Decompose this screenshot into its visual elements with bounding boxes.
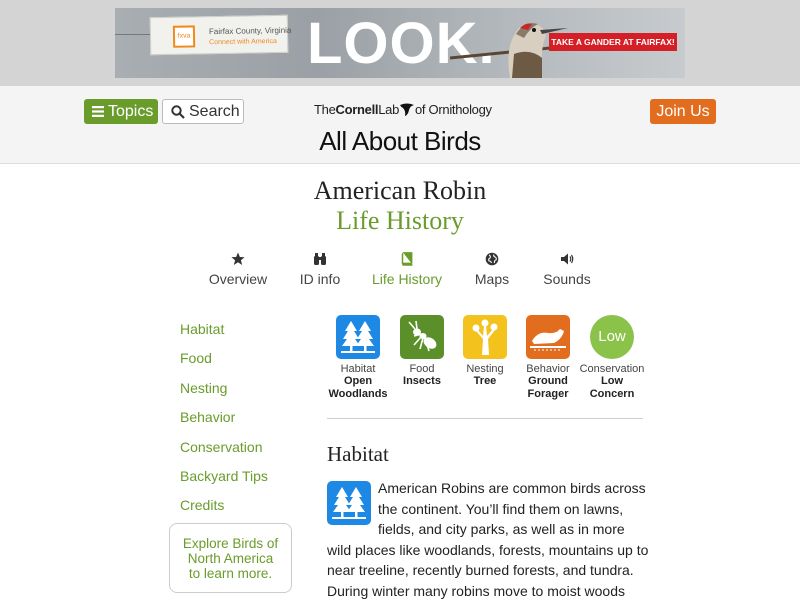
species-name: American Robin bbox=[313, 176, 487, 205]
insect-icon bbox=[408, 320, 437, 352]
tile-value: Concern bbox=[589, 388, 635, 400]
tile-habitat[interactable]: Habitat Open Woodlands bbox=[326, 315, 390, 401]
search-label: Search bbox=[189, 103, 240, 120]
tile-conservation[interactable]: Low Conservation Low Concern bbox=[579, 315, 645, 401]
tile-habitat-box bbox=[336, 315, 380, 359]
advertisement-banner[interactable]: fxva Fairfax County, Virginia Connect wi… bbox=[115, 8, 685, 78]
logo-cornell: Cornell bbox=[335, 102, 379, 117]
conservation-status-badge: Low bbox=[590, 315, 634, 359]
tile-food[interactable]: Food Insects bbox=[390, 315, 454, 388]
explore-birds-link[interactable]: Explore Birds of North America to learn … bbox=[169, 523, 292, 593]
sidebar-item-behavior[interactable]: Behavior bbox=[180, 409, 235, 425]
tile-value: Ground bbox=[528, 375, 568, 387]
tab-id-info[interactable]: ID info bbox=[296, 251, 344, 287]
tile-caption: Nesting bbox=[466, 363, 504, 375]
habitat-heading: Habitat bbox=[327, 442, 389, 466]
tab-label: Overview bbox=[208, 271, 268, 287]
tile-nesting-box bbox=[463, 315, 507, 359]
tree-icon bbox=[472, 319, 498, 355]
ad-tag-line1: Fairfax County, Virginia bbox=[208, 25, 292, 37]
divider bbox=[327, 418, 643, 419]
tile-caption: Behavior bbox=[526, 363, 570, 375]
book-icon bbox=[401, 252, 413, 266]
tile-caption: Habitat bbox=[340, 363, 376, 375]
cornell-lab-logo[interactable]: TheCornellLab of Ornithology bbox=[314, 101, 492, 117]
tile-behavior-box bbox=[526, 315, 570, 359]
menu-icon bbox=[92, 106, 104, 118]
tile-caption: Food bbox=[409, 363, 435, 375]
tile-value: Woodlands bbox=[328, 388, 388, 400]
explore-line3: to learn more. bbox=[188, 566, 273, 581]
sidebar-item-habitat[interactable]: Habitat bbox=[180, 321, 224, 337]
ad-cta-button[interactable]: TAKE A GANDER AT FAIRFAX! bbox=[549, 33, 677, 51]
sidebar-item-backyard-tips[interactable]: Backyard Tips bbox=[180, 468, 268, 484]
tab-overview[interactable]: Overview bbox=[205, 251, 271, 287]
site-title[interactable]: All About Birds bbox=[0, 126, 800, 157]
section-title: Life History bbox=[336, 206, 464, 235]
icon-spacer bbox=[327, 478, 378, 520]
logo-ornithology: of Ornithology bbox=[415, 102, 492, 117]
bird-on-ground-icon bbox=[530, 329, 566, 351]
tile-value: Forager bbox=[527, 388, 569, 400]
tile-value: Open bbox=[343, 375, 373, 387]
fxva-logo-icon: fxva bbox=[172, 25, 196, 48]
tile-food-box bbox=[400, 315, 444, 359]
sidebar-item-conservation[interactable]: Conservation bbox=[180, 439, 263, 455]
sidebar-item-credits[interactable]: Credits bbox=[180, 497, 224, 513]
logo-the: The bbox=[314, 102, 336, 117]
tile-behavior[interactable]: Behavior Ground Forager bbox=[516, 315, 580, 401]
tab-label: Life History bbox=[371, 271, 443, 287]
speaker-icon bbox=[561, 253, 574, 265]
star-icon bbox=[231, 252, 245, 265]
logo-lab: Lab bbox=[378, 102, 399, 117]
tile-value: Insects bbox=[403, 375, 441, 387]
habitat-paragraph: American Robins are common birds across … bbox=[327, 478, 649, 600]
tab-sounds[interactable]: Sounds bbox=[541, 251, 593, 287]
tile-value: Tree bbox=[473, 375, 497, 387]
tab-label: ID info bbox=[299, 271, 341, 287]
explore-line2: North America bbox=[187, 551, 274, 566]
tile-value: Low bbox=[601, 375, 623, 387]
ad-band: fxva Fairfax County, Virginia Connect wi… bbox=[0, 0, 800, 86]
bird-logo-icon bbox=[400, 103, 414, 116]
forest-icon bbox=[341, 321, 375, 353]
ad-tag: fxva Fairfax County, Virginia Connect wi… bbox=[149, 14, 292, 56]
topics-button[interactable]: Topics bbox=[84, 99, 158, 124]
sidebar-item-food[interactable]: Food bbox=[180, 350, 212, 366]
sidebar-item-nesting[interactable]: Nesting bbox=[180, 380, 227, 396]
tab-label: Maps bbox=[474, 271, 510, 287]
ad-tag-line2: Connect with America bbox=[209, 37, 277, 47]
explore-line1: Explore Birds of bbox=[182, 536, 279, 551]
search-icon bbox=[171, 105, 185, 119]
binoculars-icon bbox=[314, 253, 326, 265]
tile-caption: Conservation bbox=[579, 363, 645, 375]
join-us-button[interactable]: Join Us bbox=[650, 99, 716, 124]
tab-maps[interactable]: Maps bbox=[472, 251, 512, 287]
tile-nesting[interactable]: Nesting Tree bbox=[453, 315, 517, 388]
tab-label: Sounds bbox=[543, 271, 591, 287]
globe-icon bbox=[485, 252, 499, 266]
tab-life-history[interactable]: Life History bbox=[370, 251, 444, 287]
site-header: Topics Search TheCornellLab of Ornitholog… bbox=[0, 86, 800, 164]
topics-label: Topics bbox=[108, 103, 154, 120]
search-button[interactable]: Search bbox=[162, 99, 244, 124]
